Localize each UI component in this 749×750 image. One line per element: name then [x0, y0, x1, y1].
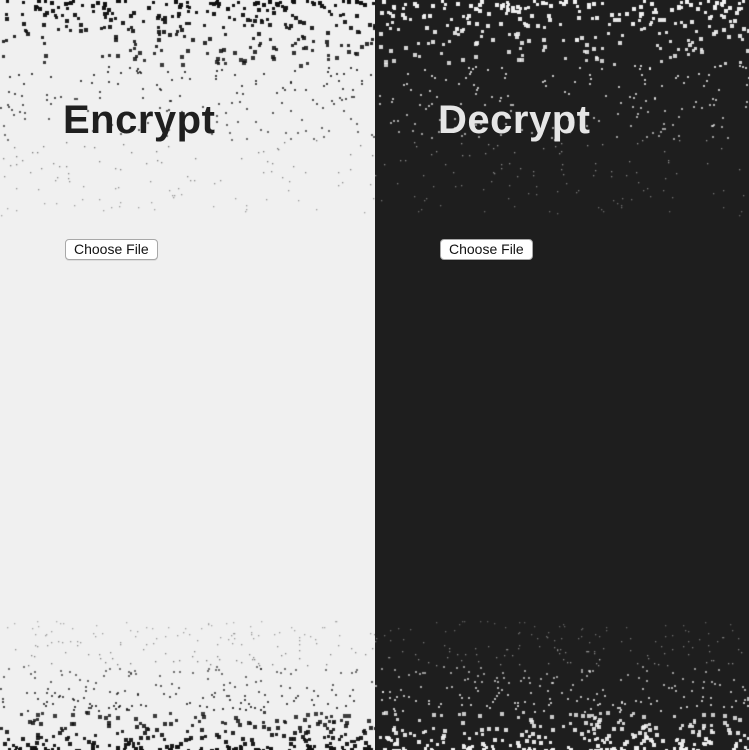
decrypt-choose-file-button[interactable]: Choose File	[440, 239, 533, 260]
encrypt-panel: Encrypt Choose File	[0, 0, 375, 750]
split-layout: Encrypt Choose File Decrypt Choose File	[0, 0, 749, 750]
decrypt-title: Decrypt	[438, 98, 591, 142]
encrypt-choose-file-button[interactable]: Choose File	[65, 239, 158, 260]
decrypt-panel: Decrypt Choose File	[375, 0, 749, 750]
encrypt-title: Encrypt	[63, 98, 216, 142]
